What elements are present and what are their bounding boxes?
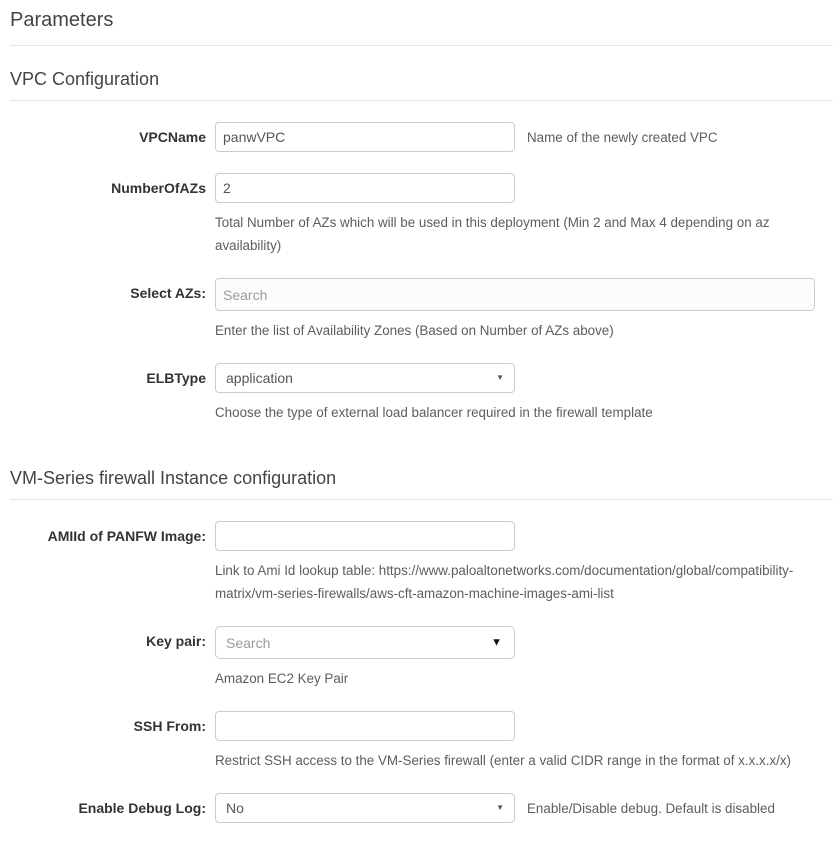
vpcname-input[interactable] xyxy=(215,122,515,152)
numberofazs-help-text: Total Number of AZs which will be used i… xyxy=(215,211,833,257)
chevron-down-icon: ▼ xyxy=(491,637,502,648)
numberofazs-input[interactable] xyxy=(215,173,515,203)
ssh-from-input[interactable] xyxy=(215,711,515,741)
amiid-of-panfw-image-control: Link to Ami Id lookup table: https://www… xyxy=(215,521,833,605)
field-row-ssh-from: SSH From: Restrict SSH access to the VM-S… xyxy=(10,711,833,772)
field-row-select-azs: Select AZs: Enter the list of Availabilit… xyxy=(10,278,833,342)
field-row-amiid-of-panfw-image: AMIId of PANFW Image: Link to Ami Id look… xyxy=(10,521,833,605)
vpcname-control: Name of the newly created VPC xyxy=(215,122,718,152)
key-pair-help-text: Amazon EC2 Key Pair xyxy=(215,667,515,690)
elbtype-label: ELBType xyxy=(10,363,206,387)
vm-series-rows: AMIId of PANFW Image: Link to Ami Id look… xyxy=(10,500,833,823)
ssh-from-control: Restrict SSH access to the VM-Series fir… xyxy=(215,711,791,772)
numberofazs-label: NumberOfAZs xyxy=(10,173,206,197)
elbtype-help-text: Choose the type of external load balance… xyxy=(215,401,653,424)
amiid-of-panfw-image-help-text: Link to Ami Id lookup table: https://www… xyxy=(215,559,833,605)
page-title: Parameters xyxy=(10,0,833,46)
section-title-vm-series-firewall-instance-configuration: VM-Series firewall Instance configuratio… xyxy=(10,445,833,500)
ssh-from-label: SSH From: xyxy=(10,711,206,735)
enable-debug-log-label: Enable Debug Log: xyxy=(10,793,206,817)
elbtype-selected-value: application xyxy=(226,370,293,386)
vpc-configuration-rows: VPCName Name of the newly created VPC Numb… xyxy=(10,101,833,424)
section-title-vpc-configuration: VPC Configuration xyxy=(10,46,833,101)
amiid-of-panfw-image-input[interactable] xyxy=(215,521,515,551)
field-row-vpcname: VPCName Name of the newly created VPC xyxy=(10,122,833,152)
ssh-from-help-text: Restrict SSH access to the VM-Series fir… xyxy=(215,749,791,772)
key-pair-label: Key pair: xyxy=(10,626,206,650)
elbtype-select[interactable]: application ▼ xyxy=(215,363,515,393)
amiid-of-panfw-image-label: AMIId of PANFW Image: xyxy=(10,521,206,545)
select-azs-label: Select AZs: xyxy=(10,278,206,302)
field-row-key-pair: Key pair: Search ▼ Amazon EC2 Key Pair xyxy=(10,626,833,690)
field-row-elbtype: ELBType application ▼ Choose the type of ex… xyxy=(10,363,833,424)
key-pair-selected-value: Search xyxy=(226,635,270,651)
elbtype-control: application ▼ Choose the type of external … xyxy=(215,363,653,424)
enable-debug-log-selected-value: No xyxy=(226,800,244,816)
enable-debug-log-select[interactable]: No ▼ xyxy=(215,793,515,823)
field-row-enable-debug-log: Enable Debug Log: No ▼ Enable/Disable debug… xyxy=(10,793,833,823)
chevron-down-icon: ▼ xyxy=(496,374,504,382)
numberofazs-control: Total Number of AZs which will be used i… xyxy=(215,173,833,257)
field-row-numberofazs: NumberOfAZs Total Number of AZs which wil… xyxy=(10,173,833,257)
vpcname-label: VPCName xyxy=(10,122,206,146)
chevron-down-icon: ▼ xyxy=(496,804,504,812)
parameters-page: Parameters VPC Configuration VPCName Name… xyxy=(0,0,838,856)
key-pair-control: Search ▼ Amazon EC2 Key Pair xyxy=(215,626,515,690)
enable-debug-log-control: No ▼ Enable/Disable debug. Default is disa… xyxy=(215,793,775,823)
enable-debug-log-help-text: Enable/Disable debug. Default is disable… xyxy=(527,793,775,816)
select-azs-input[interactable] xyxy=(215,278,815,311)
select-azs-help-text: Enter the list of Availability Zones (Ba… xyxy=(215,319,815,342)
key-pair-select[interactable]: Search ▼ xyxy=(215,626,515,659)
vpcname-help-text: Name of the newly created VPC xyxy=(527,122,718,145)
select-azs-control: Enter the list of Availability Zones (Ba… xyxy=(215,278,815,342)
